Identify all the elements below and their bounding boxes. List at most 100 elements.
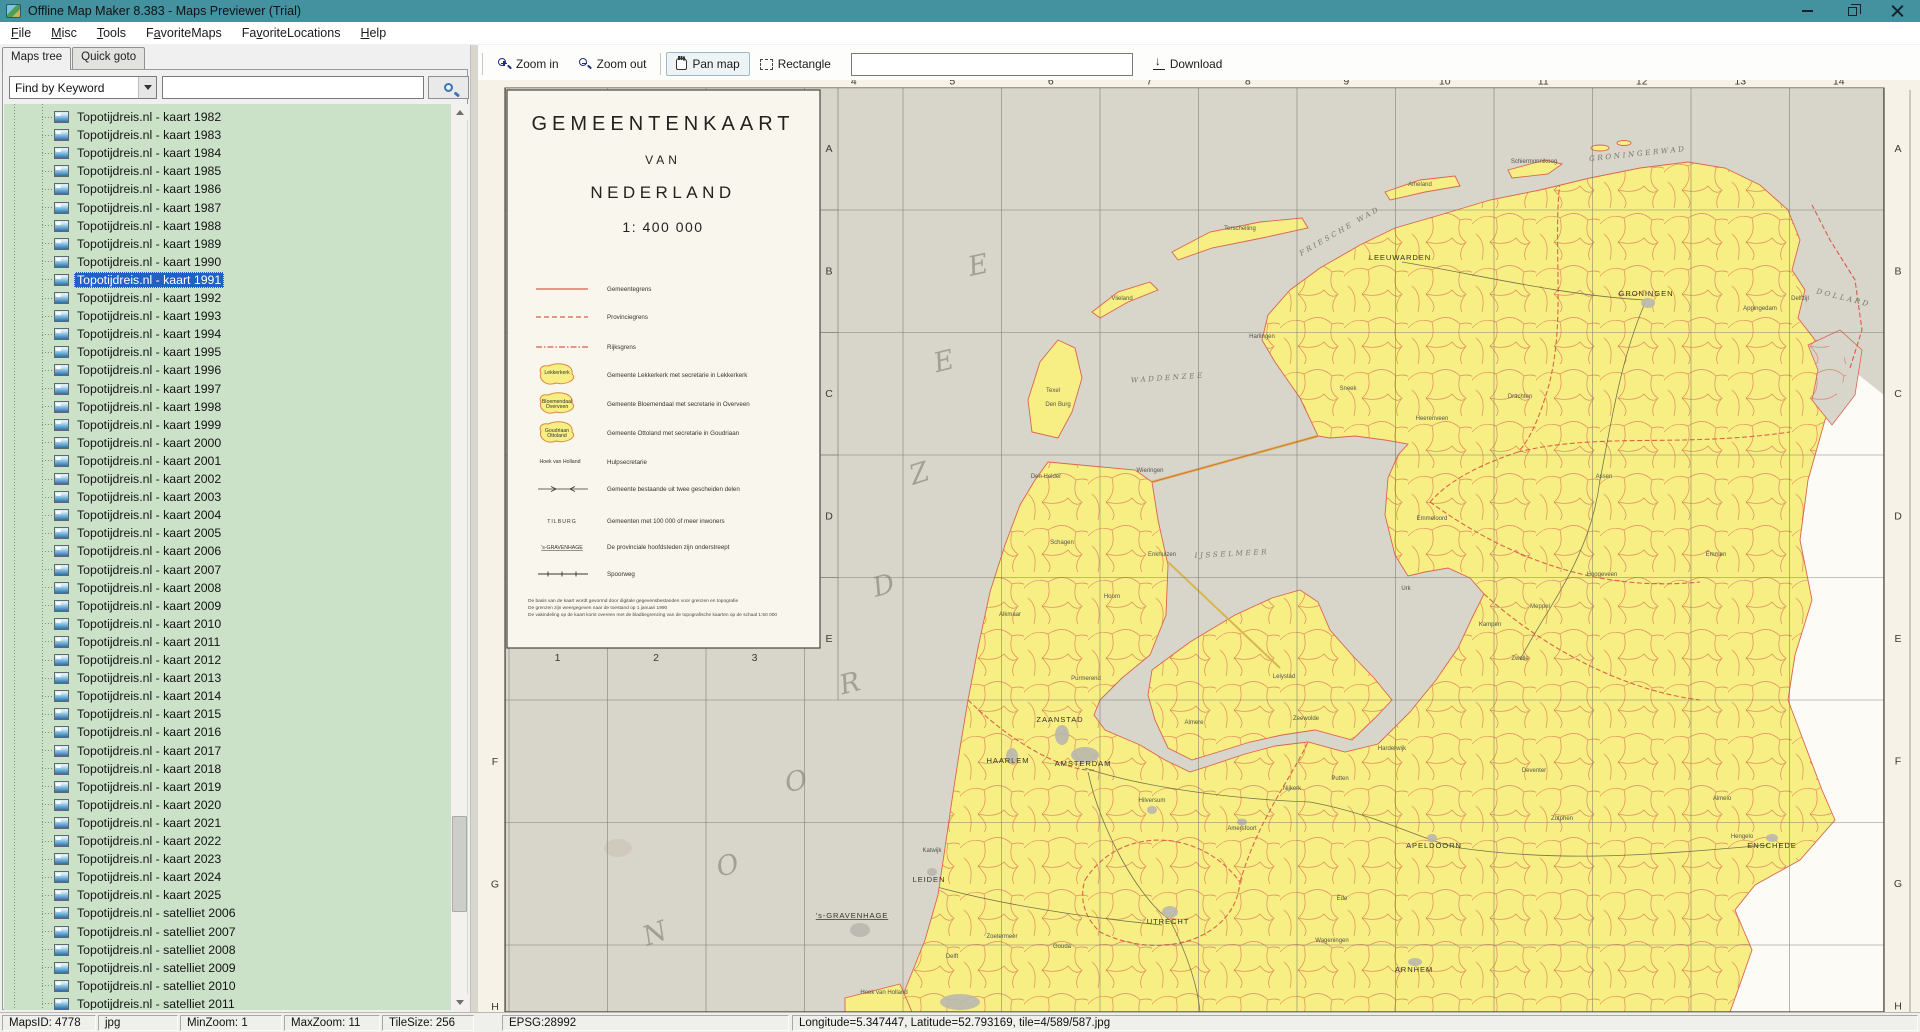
tree-item[interactable]: Topotijdreis.nl - kaart 2004 <box>4 506 464 524</box>
tree-item[interactable]: Topotijdreis.nl - kaart 2012 <box>4 651 464 669</box>
toolbar-input[interactable] <box>850 52 1133 76</box>
tab-maps-tree[interactable]: Maps tree <box>2 47 72 70</box>
tree-item[interactable]: Topotijdreis.nl - kaart 1993 <box>4 307 464 325</box>
tree-item[interactable]: Topotijdreis.nl - kaart 2022 <box>4 832 464 850</box>
scrollbar-thumb[interactable] <box>452 816 467 912</box>
tree-item[interactable]: Topotijdreis.nl - kaart 1989 <box>4 235 464 253</box>
pan-map-button[interactable]: Pan map <box>666 52 750 76</box>
tree-item-label: Topotijdreis.nl - kaart 2005 <box>77 526 222 541</box>
minimize-icon <box>1802 10 1813 12</box>
tree-connector <box>42 188 54 190</box>
menu-favoritemaps[interactable]: FavoriteMaps <box>137 23 231 43</box>
tree-item[interactable]: Topotijdreis.nl - kaart 1987 <box>4 199 464 217</box>
tree-item[interactable]: Topotijdreis.nl - kaart 2018 <box>4 760 464 778</box>
menu-misc[interactable]: Misc <box>42 23 86 43</box>
close-button[interactable] <box>1875 0 1920 22</box>
tree-scrollbar[interactable] <box>450 104 468 1010</box>
tree-item[interactable]: Topotijdreis.nl - kaart 2015 <box>4 705 464 723</box>
tree-item[interactable]: Topotijdreis.nl - kaart 1984 <box>4 144 464 162</box>
tree-item[interactable]: Topotijdreis.nl - kaart 2010 <box>4 615 464 633</box>
rectangle-button[interactable]: Rectangle <box>750 52 841 76</box>
tree-item[interactable]: Topotijdreis.nl - kaart 2019 <box>4 778 464 796</box>
map-image-icon <box>54 617 69 630</box>
tree-item[interactable]: Topotijdreis.nl - kaart 2002 <box>4 470 464 488</box>
tree-item[interactable]: Topotijdreis.nl - kaart 1998 <box>4 398 464 416</box>
menu-favoritelocations[interactable]: FavoriteLocations <box>233 23 350 43</box>
tree-item[interactable]: Topotijdreis.nl - kaart 1982 <box>4 108 464 126</box>
combo-dropdown-button[interactable] <box>138 77 156 98</box>
tree-item[interactable]: Topotijdreis.nl - kaart 1983 <box>4 126 464 144</box>
tree-item[interactable]: Topotijdreis.nl - kaart 2003 <box>4 488 464 506</box>
tree-item[interactable]: Topotijdreis.nl - kaart 2014 <box>4 687 464 705</box>
tree-item[interactable]: Topotijdreis.nl - satelliet 2008 <box>4 941 464 959</box>
status-segment: Longitude=5.347447, Latitude=52.793169, … <box>792 1015 1918 1031</box>
tree-item[interactable]: Topotijdreis.nl - kaart 2017 <box>4 742 464 760</box>
tree-item[interactable]: Topotijdreis.nl - kaart 2013 <box>4 669 464 687</box>
svg-text:De grenzen zijn weergegeven na: De grenzen zijn weergegeven naar de toes… <box>528 605 668 611</box>
tree-item[interactable]: Topotijdreis.nl - kaart 2016 <box>4 723 464 741</box>
svg-text:Almere: Almere <box>1184 720 1204 726</box>
tree-item[interactable]: Topotijdreis.nl - kaart 2009 <box>4 597 464 615</box>
tree-item[interactable]: Topotijdreis.nl - satelliet 2007 <box>4 923 464 941</box>
tab-quick-goto[interactable]: Quick goto <box>72 47 146 69</box>
map-viewport[interactable]: NOORDZEE GRONINGERWAD FRIESCHE WAD WADDENZ… <box>478 80 1920 1012</box>
tree-item[interactable]: Topotijdreis.nl - kaart 1999 <box>4 416 464 434</box>
tree-item[interactable]: Topotijdreis.nl - kaart 2006 <box>4 542 464 560</box>
tree-connector <box>42 279 54 281</box>
tree-item[interactable]: Topotijdreis.nl - kaart 2020 <box>4 796 464 814</box>
svg-text:Almelo: Almelo <box>1713 796 1732 802</box>
tree-item[interactable]: Topotijdreis.nl - satelliet 2011 <box>4 995 464 1010</box>
tree-item[interactable]: Topotijdreis.nl - kaart 2007 <box>4 561 464 579</box>
tree-item[interactable]: Topotijdreis.nl - kaart 1992 <box>4 289 464 307</box>
tree-item[interactable]: Topotijdreis.nl - satelliet 2010 <box>4 977 464 995</box>
tree-item[interactable]: Topotijdreis.nl - kaart 1988 <box>4 217 464 235</box>
tree-connector <box>42 912 54 914</box>
svg-text:Ede: Ede <box>1337 896 1348 902</box>
tree-item[interactable]: Topotijdreis.nl - kaart 2011 <box>4 633 464 651</box>
search-input[interactable] <box>162 76 424 99</box>
tree-item[interactable]: Topotijdreis.nl - satelliet 2009 <box>4 959 464 977</box>
menu-file[interactable]: File <box>2 23 40 43</box>
search-mode-select[interactable]: Find by Keyword <box>9 76 157 99</box>
svg-text:2: 2 <box>653 652 659 664</box>
search-button[interactable] <box>428 76 469 99</box>
download-button[interactable]: Download <box>1143 52 1232 76</box>
menu-tools[interactable]: Tools <box>88 23 135 43</box>
svg-text:De vakindeling op de kaart kom: De vakindeling op de kaart komt overeen … <box>528 612 777 618</box>
tree-item[interactable]: Topotijdreis.nl - kaart 1991 <box>4 271 464 289</box>
scroll-down-button[interactable] <box>451 994 468 1010</box>
maps-tree-list[interactable]: Topotijdreis.nl - kaart 1982 Topotijdreis… <box>4 104 468 1010</box>
map-canvas: NOORDZEE GRONINGERWADFRIESCHE WADWADDENZ… <box>478 80 1920 1012</box>
tree-item[interactable]: Topotijdreis.nl - kaart 2025 <box>4 886 464 904</box>
tree-item[interactable]: Topotijdreis.nl - kaart 1997 <box>4 380 464 398</box>
svg-text:H: H <box>491 1001 499 1012</box>
minimize-button[interactable] <box>1785 0 1830 22</box>
tree-item[interactable]: Topotijdreis.nl - kaart 2021 <box>4 814 464 832</box>
tree-item[interactable]: Topotijdreis.nl - kaart 2008 <box>4 579 464 597</box>
menu-help[interactable]: Help <box>351 23 395 43</box>
tree-item[interactable]: Topotijdreis.nl - kaart 2001 <box>4 452 464 470</box>
tree-item[interactable]: Topotijdreis.nl - kaart 2005 <box>4 524 464 542</box>
tree-item[interactable]: Topotijdreis.nl - kaart 1986 <box>4 180 464 198</box>
tree-item[interactable]: Topotijdreis.nl - kaart 1985 <box>4 162 464 180</box>
tree-item[interactable]: Topotijdreis.nl - kaart 2023 <box>4 850 464 868</box>
tree-item[interactable]: Topotijdreis.nl - satelliet 2006 <box>4 904 464 922</box>
scroll-up-button[interactable] <box>451 104 468 120</box>
zoom-out-button[interactable]: Zoom out <box>569 52 657 76</box>
tree-connector <box>42 1003 54 1005</box>
tree-item[interactable]: Topotijdreis.nl - kaart 1995 <box>4 343 464 361</box>
panel-splitter[interactable] <box>470 45 478 1012</box>
tree-connector <box>42 207 54 208</box>
svg-text:GEMEENTENKAART: GEMEENTENKAART <box>532 113 795 135</box>
svg-text:AMSTERDAM: AMSTERDAM <box>1055 759 1112 768</box>
tree-item[interactable]: Topotijdreis.nl - kaart 2000 <box>4 434 464 452</box>
tree-item[interactable]: Topotijdreis.nl - kaart 1990 <box>4 253 464 271</box>
tree-item[interactable]: Topotijdreis.nl - kaart 2024 <box>4 868 464 886</box>
map-image-icon <box>54 762 69 775</box>
zoom-in-button[interactable]: Zoom in <box>488 52 569 76</box>
tree-item[interactable]: Topotijdreis.nl - kaart 1996 <box>4 361 464 379</box>
svg-text:12: 12 <box>1636 80 1648 88</box>
tree-item[interactable]: Topotijdreis.nl - kaart 1994 <box>4 325 464 343</box>
restore-button[interactable] <box>1830 0 1875 22</box>
svg-text:Overveen: Overveen <box>546 404 569 410</box>
